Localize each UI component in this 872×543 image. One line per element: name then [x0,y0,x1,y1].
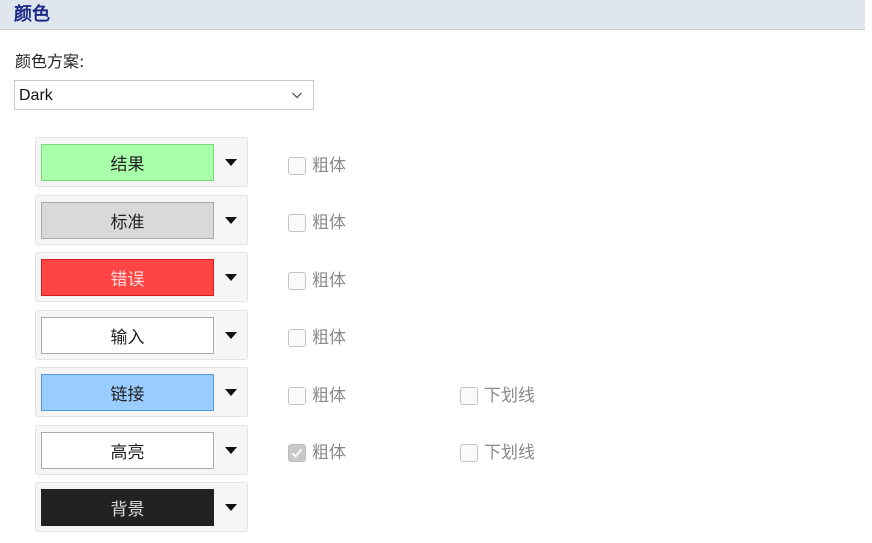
bold-checkbox-label: 粗体 [312,156,346,176]
color-swatch-label: 输入 [110,328,145,348]
color-swatch-label: 高亮 [110,443,145,463]
bold-checkbox[interactable] [288,444,306,462]
bold-option-error[interactable]: 粗体 [288,269,346,293]
underline-checkbox-label: 下划线 [484,443,535,463]
color-swatch-error[interactable]: 错误 [41,259,214,296]
underline-checkbox[interactable] [460,387,478,405]
bold-option-highlight[interactable]: 粗体 [288,441,346,465]
color-scheme-value: Dark [19,87,53,104]
underline-option-link[interactable]: 下划线 [460,384,535,408]
bold-option-link[interactable]: 粗体 [288,384,346,408]
caret-down-icon[interactable] [225,159,237,166]
color-button-background[interactable]: 背景 [35,482,248,532]
bold-option-result[interactable]: 粗体 [288,154,346,178]
caret-down-icon[interactable] [225,274,237,281]
color-swatch-label: 错误 [110,270,145,290]
chevron-down-icon [292,92,302,99]
bold-checkbox-label: 粗体 [312,328,346,348]
color-button-highlight[interactable]: 高亮 [35,425,248,475]
checkmark-icon [291,448,303,458]
bold-checkbox-label: 粗体 [312,213,346,233]
color-swatch-standard[interactable]: 标准 [41,202,214,239]
bold-checkbox[interactable] [288,157,306,175]
bold-checkbox-label: 粗体 [312,271,346,291]
color-button-standard[interactable]: 标准 [35,195,248,245]
color-swatch-link[interactable]: 链接 [41,374,214,411]
bold-checkbox-label: 粗体 [312,386,346,406]
color-swatch-highlight[interactable]: 高亮 [41,432,214,469]
color-scheme-label: 颜色方案: [15,52,85,71]
bold-checkbox[interactable] [288,387,306,405]
color-button-link[interactable]: 链接 [35,367,248,417]
color-swatch-label: 结果 [110,155,145,175]
bold-option-input[interactable]: 粗体 [288,326,346,350]
bold-option-standard[interactable]: 粗体 [288,211,346,235]
caret-down-icon[interactable] [225,217,237,224]
caret-down-icon[interactable] [225,504,237,511]
color-swatch-label: 链接 [110,385,145,405]
color-swatch-label: 标准 [110,213,145,233]
bold-checkbox[interactable] [288,272,306,290]
color-swatch-input[interactable]: 输入 [41,317,214,354]
caret-down-icon[interactable] [225,389,237,396]
caret-down-icon[interactable] [225,447,237,454]
underline-checkbox[interactable] [460,444,478,462]
color-swatch-label: 背景 [110,500,145,520]
color-button-input[interactable]: 输入 [35,310,248,360]
underline-checkbox-label: 下划线 [484,386,535,406]
section-title: 颜色 [14,4,50,25]
bold-checkbox-label: 粗体 [312,443,346,463]
caret-down-icon[interactable] [225,332,237,339]
underline-option-highlight[interactable]: 下划线 [460,441,535,465]
color-swatch-result[interactable]: 结果 [41,144,214,181]
section-header: 颜色 [0,0,865,30]
bold-checkbox[interactable] [288,329,306,347]
color-scheme-select[interactable]: Dark [14,80,314,110]
color-button-result[interactable]: 结果 [35,137,248,187]
color-button-error[interactable]: 错误 [35,252,248,302]
color-swatch-background[interactable]: 背景 [41,489,214,526]
bold-checkbox[interactable] [288,214,306,232]
